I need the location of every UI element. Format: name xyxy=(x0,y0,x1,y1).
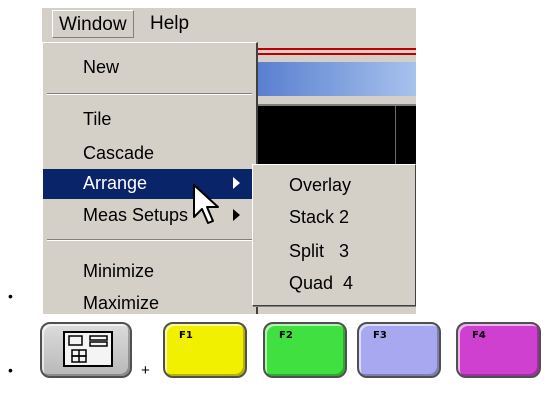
menu-item-arrange[interactable]: Arrange xyxy=(43,169,256,199)
menu-item-new[interactable]: New xyxy=(43,53,256,83)
menu-item-label: Cascade xyxy=(83,143,155,163)
menu-item-label: Minimize xyxy=(83,261,155,281)
f1-key[interactable]: F1 xyxy=(163,322,247,378)
mouse-pointer-icon xyxy=(193,184,219,224)
submenu-item-split-3[interactable]: Split 3 xyxy=(289,241,349,262)
key-label: F1 xyxy=(179,330,193,341)
bullet-1: • xyxy=(8,288,13,304)
submenu-item-quad-4[interactable]: Quad 4 xyxy=(289,273,353,294)
display-pane xyxy=(258,104,416,170)
f3-key[interactable]: F3 xyxy=(357,322,441,378)
menu-item-tile[interactable]: Tile xyxy=(43,105,256,135)
menu-separator xyxy=(47,239,252,241)
menu-item-label: Arrange xyxy=(83,173,148,193)
submenu-item-stack-2[interactable]: Stack 2 xyxy=(289,207,349,228)
arrange-submenu: Overlay Stack 2 Split 3 Quad 4 xyxy=(252,164,416,306)
window-menu-screenshot: Window Help New Tile Cascade Arrange Mea… xyxy=(42,8,416,314)
menu-bar: Window Help xyxy=(42,8,416,42)
menu-window[interactable]: Window xyxy=(52,10,134,38)
menu-item-minimize[interactable]: Minimize xyxy=(43,257,256,287)
menu-item-label: Maximize xyxy=(83,293,160,313)
menu-help[interactable]: Help xyxy=(144,10,195,38)
menu-separator xyxy=(47,93,252,95)
menu-item-meas-setups[interactable]: Meas Setups xyxy=(43,201,256,231)
menu-item-label: Tile xyxy=(83,109,112,129)
bullet-2: • xyxy=(8,362,13,378)
submenu-arrow-icon xyxy=(233,209,240,221)
window-dropdown-menu: New Tile Cascade Arrange Meas Setups Min… xyxy=(42,42,258,314)
key-label: F4 xyxy=(472,330,486,341)
pane-divider xyxy=(395,106,396,170)
app-accent-line-2 xyxy=(258,53,416,55)
f4-key[interactable]: F4 xyxy=(456,322,541,378)
child-window-titlebar xyxy=(258,62,416,96)
f2-key[interactable]: F2 xyxy=(263,322,347,378)
key-label: F2 xyxy=(279,330,293,341)
app-accent-line xyxy=(258,48,416,50)
menu-item-maximize[interactable]: Maximize xyxy=(43,289,256,314)
menu-item-label: New xyxy=(83,57,120,77)
plus-sign: + xyxy=(141,362,150,379)
menu-item-label: Meas Setups xyxy=(83,205,189,225)
menu-item-cascade[interactable]: Cascade xyxy=(43,139,256,169)
submenu-arrow-icon xyxy=(233,177,240,189)
window-layout-key[interactable] xyxy=(40,322,132,378)
submenu-item-overlay[interactable]: Overlay xyxy=(289,175,351,196)
key-label: F3 xyxy=(373,330,387,341)
window-layout-icon xyxy=(63,331,113,367)
